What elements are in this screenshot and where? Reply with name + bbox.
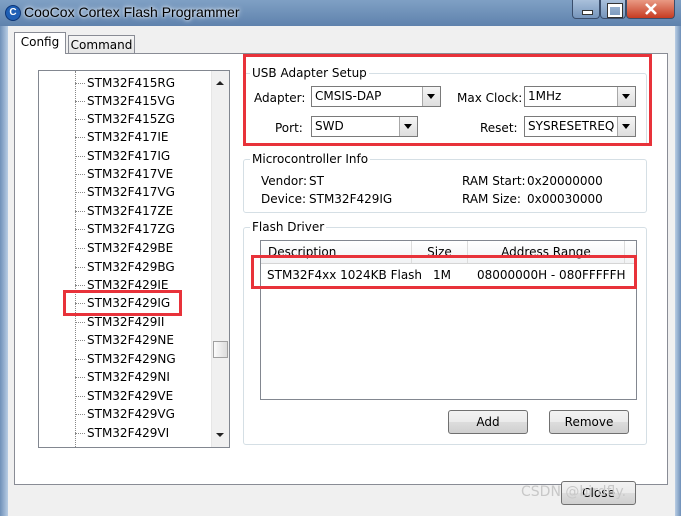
flash-row-description[interactable]: STM32F4xx 1024KB Flash: [267, 267, 422, 283]
port-label: Port:: [275, 121, 303, 135]
tree-item[interactable]: STM32F417VG: [75, 183, 175, 201]
device-tree[interactable]: STM32F415RG STM32F415VG STM32F415ZG STM3…: [38, 70, 230, 448]
tab-command[interactable]: Command: [68, 35, 135, 55]
title-bar[interactable]: C CooCox Cortex Flash Programmer: [0, 0, 681, 26]
maximize-button[interactable]: [600, 0, 626, 19]
scroll-down-arrow-icon[interactable]: [216, 433, 224, 437]
vendor-label: Vendor:: [261, 174, 307, 188]
flash-driver-title: Flash Driver: [250, 220, 327, 234]
flash-row-address-range[interactable]: 08000000H - 080FFFFFH: [477, 267, 626, 283]
tree-item[interactable]: STM32F417IE: [75, 128, 169, 146]
max-clock-select-value: 1MHz: [528, 89, 562, 103]
window-frame-left: [0, 26, 8, 516]
tree-item[interactable]: STM32F429VG: [75, 405, 175, 423]
close-icon: [645, 3, 657, 15]
tree-item[interactable]: STM32F415RG: [75, 74, 175, 92]
tree-item[interactable]: STM32F415ZG: [75, 110, 175, 128]
tree-item[interactable]: STM32F417IG: [75, 147, 170, 165]
flash-driver-list[interactable]: Description Size Address Range STM32F4xx…: [260, 240, 637, 400]
chevron-down-icon[interactable]: [422, 87, 440, 106]
reset-select[interactable]: SYSRESETREQ: [524, 116, 636, 137]
tree-item[interactable]: STM32F429NE: [75, 331, 174, 349]
usb-adapter-title: USB Adapter Setup: [250, 66, 369, 80]
tree-scrollbar[interactable]: [211, 71, 229, 447]
column-header-address-range[interactable]: Address Range: [468, 241, 625, 263]
ram-size-value: 0x00030000: [527, 192, 603, 206]
tree-item[interactable]: STM32F417ZG: [75, 220, 175, 238]
adapter-select-value: CMSIS-DAP: [315, 89, 382, 103]
port-select[interactable]: SWD: [311, 116, 418, 137]
flash-row-size[interactable]: 1M: [433, 267, 451, 283]
tree-item[interactable]: STM32F429NI: [75, 368, 170, 386]
window-frame-right: [675, 26, 681, 516]
list-header: Description Size Address Range: [261, 241, 636, 264]
tree-item[interactable]: STM32F429II: [75, 313, 164, 331]
tree-item[interactable]: STM32F417VE: [75, 165, 173, 183]
tree-item-selected[interactable]: STM32F429IG: [75, 294, 170, 312]
ram-start-label: RAM Start:: [462, 174, 526, 188]
mcu-info-title: Microcontroller Info: [250, 152, 371, 166]
adapter-select[interactable]: CMSIS-DAP: [311, 86, 441, 107]
close-window-button[interactable]: [626, 0, 675, 19]
scroll-up-arrow-icon[interactable]: [216, 81, 224, 85]
ram-start-value: 0x20000000: [527, 174, 603, 188]
reset-label: Reset:: [480, 121, 518, 135]
tree-item[interactable]: STM32F415VG: [75, 92, 175, 110]
tree-item[interactable]: STM32F417ZE: [75, 202, 173, 220]
tab-config[interactable]: Config: [14, 32, 66, 54]
device-label: Device:: [261, 192, 307, 206]
chevron-down-icon[interactable]: [399, 117, 417, 136]
column-header-size[interactable]: Size: [412, 241, 468, 263]
reset-select-value: SYSRESETREQ: [528, 119, 615, 133]
ram-size-label: RAM Size:: [462, 192, 521, 206]
adapter-label: Adapter:: [254, 91, 306, 105]
scroll-thumb[interactable]: [213, 341, 228, 358]
app-icon: C: [5, 5, 21, 21]
remove-button[interactable]: Remove: [549, 410, 629, 434]
tree-item[interactable]: STM32F429BG: [75, 258, 175, 276]
column-header-description[interactable]: Description: [261, 241, 412, 263]
tree-item[interactable]: STM32F429BE: [75, 239, 173, 257]
tree-item[interactable]: STM32F429VI: [75, 424, 169, 442]
window-title: CooCox Cortex Flash Programmer: [24, 4, 240, 20]
chevron-down-icon[interactable]: [617, 87, 635, 106]
vendor-value: ST: [309, 174, 324, 188]
max-clock-select[interactable]: 1MHz: [524, 86, 636, 107]
tree-item[interactable]: STM32F429IE: [75, 276, 169, 294]
tree-item[interactable]: STM32F429VE: [75, 387, 173, 405]
chevron-down-icon[interactable]: [617, 117, 635, 136]
port-select-value: SWD: [315, 119, 344, 133]
tree-item[interactable]: STM32F429NG: [75, 350, 176, 368]
add-button[interactable]: Add: [448, 410, 528, 434]
device-value: STM32F429IG: [309, 192, 393, 206]
watermark: CSDN @birdfly.: [521, 484, 627, 500]
minimize-button[interactable]: [572, 0, 600, 19]
max-clock-label: Max Clock:: [457, 91, 523, 105]
